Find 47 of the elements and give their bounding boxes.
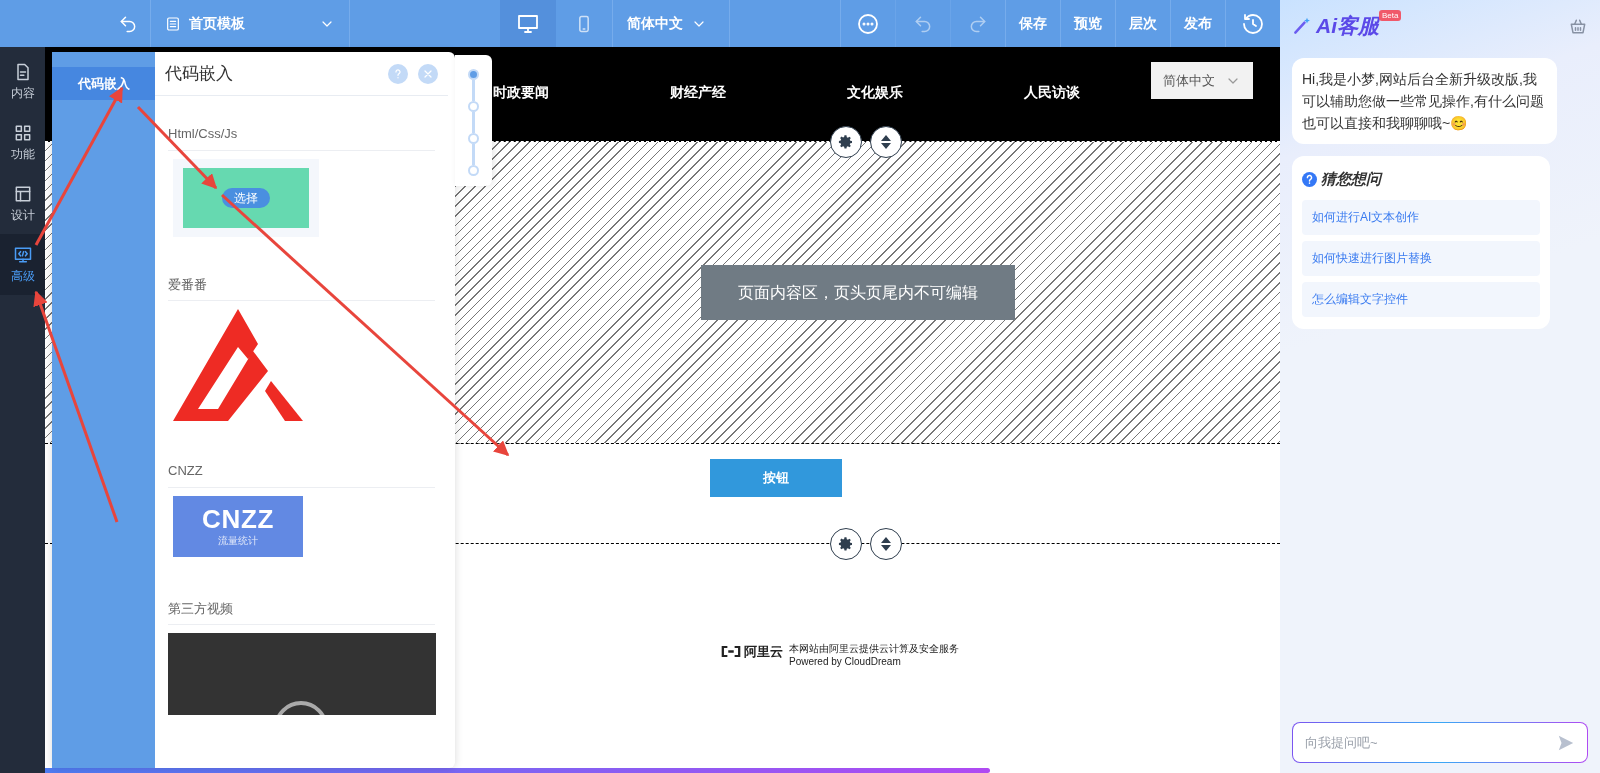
move-button[interactable]	[870, 528, 902, 560]
nav-link[interactable]: 时政要闻	[493, 82, 549, 103]
footer-text: Powered by CloudDream	[789, 655, 902, 668]
suggestion-item[interactable]: 如何进行AI文本创作	[1302, 199, 1540, 235]
notice-banner: 页面内容区，页头页尾内不可编辑	[700, 265, 1015, 320]
site-button[interactable]: 按钮	[709, 459, 842, 497]
settings-icon	[838, 536, 854, 552]
sidebar-item[interactable]: 设计	[0, 173, 45, 234]
assistant-title: Ai客服	[1316, 13, 1379, 40]
question-icon	[1302, 171, 1317, 187]
section-title: Html/Css/Js	[168, 124, 435, 151]
sidebar-item[interactable]: 功能	[0, 112, 45, 173]
section-title: CNZZ	[168, 461, 435, 488]
basket-icon[interactable]	[1568, 16, 1588, 36]
suggestion-item[interactable]: 怎么编辑文字控件	[1302, 281, 1540, 317]
sidebar-item[interactable]: 高级	[0, 234, 45, 295]
sort-icon	[880, 135, 892, 149]
logo: CNZZ 流量统计	[173, 495, 303, 557]
cloud-logo: 阿里云	[721, 642, 783, 662]
nav-link[interactable]: 财经产经	[670, 82, 726, 103]
language-select[interactable]: 简体中文	[1151, 62, 1253, 99]
section-title: 爱番番	[168, 274, 435, 301]
suggestion-item[interactable]: 如何快速进行图片替换	[1302, 240, 1540, 276]
panel-title: 代码嵌入	[165, 62, 234, 85]
nav-link[interactable]: 人民访谈	[1024, 82, 1080, 103]
page-icon	[165, 15, 181, 32]
send-icon[interactable]	[1557, 733, 1575, 752]
footer-text: 本网站由阿里云提供云计算及安全服务	[789, 642, 959, 655]
help-icon	[392, 67, 404, 80]
greeting-message: Hi,我是小梦,网站后台全新升级改版,我可以辅助您做一些常见操作,有什么问题也可以直接和我聊聊哦~😊	[1292, 58, 1557, 144]
settings-button[interactable]	[830, 528, 862, 560]
desktop-view-tab[interactable]	[500, 0, 556, 47]
nav-link[interactable]: 文化娱乐	[847, 82, 903, 103]
section-title: 第三方视频	[168, 598, 435, 625]
beta-badge: Beta	[1379, 10, 1402, 21]
select-button[interactable]: 选择	[222, 187, 270, 208]
history-icon	[1241, 11, 1265, 36]
cloud-logo-icon	[721, 646, 741, 658]
magic-wand-icon	[1292, 16, 1312, 36]
more-icon	[856, 11, 880, 36]
close-button[interactable]	[418, 63, 438, 84]
help-button[interactable]	[388, 63, 408, 84]
sort-icon	[880, 537, 892, 551]
sidebar-item[interactable]: 内容	[0, 51, 45, 112]
suggestion-heading: 猜您想问	[1321, 169, 1381, 189]
settings-icon	[838, 134, 854, 150]
panel-tab[interactable]: 代码嵌入	[52, 67, 155, 100]
